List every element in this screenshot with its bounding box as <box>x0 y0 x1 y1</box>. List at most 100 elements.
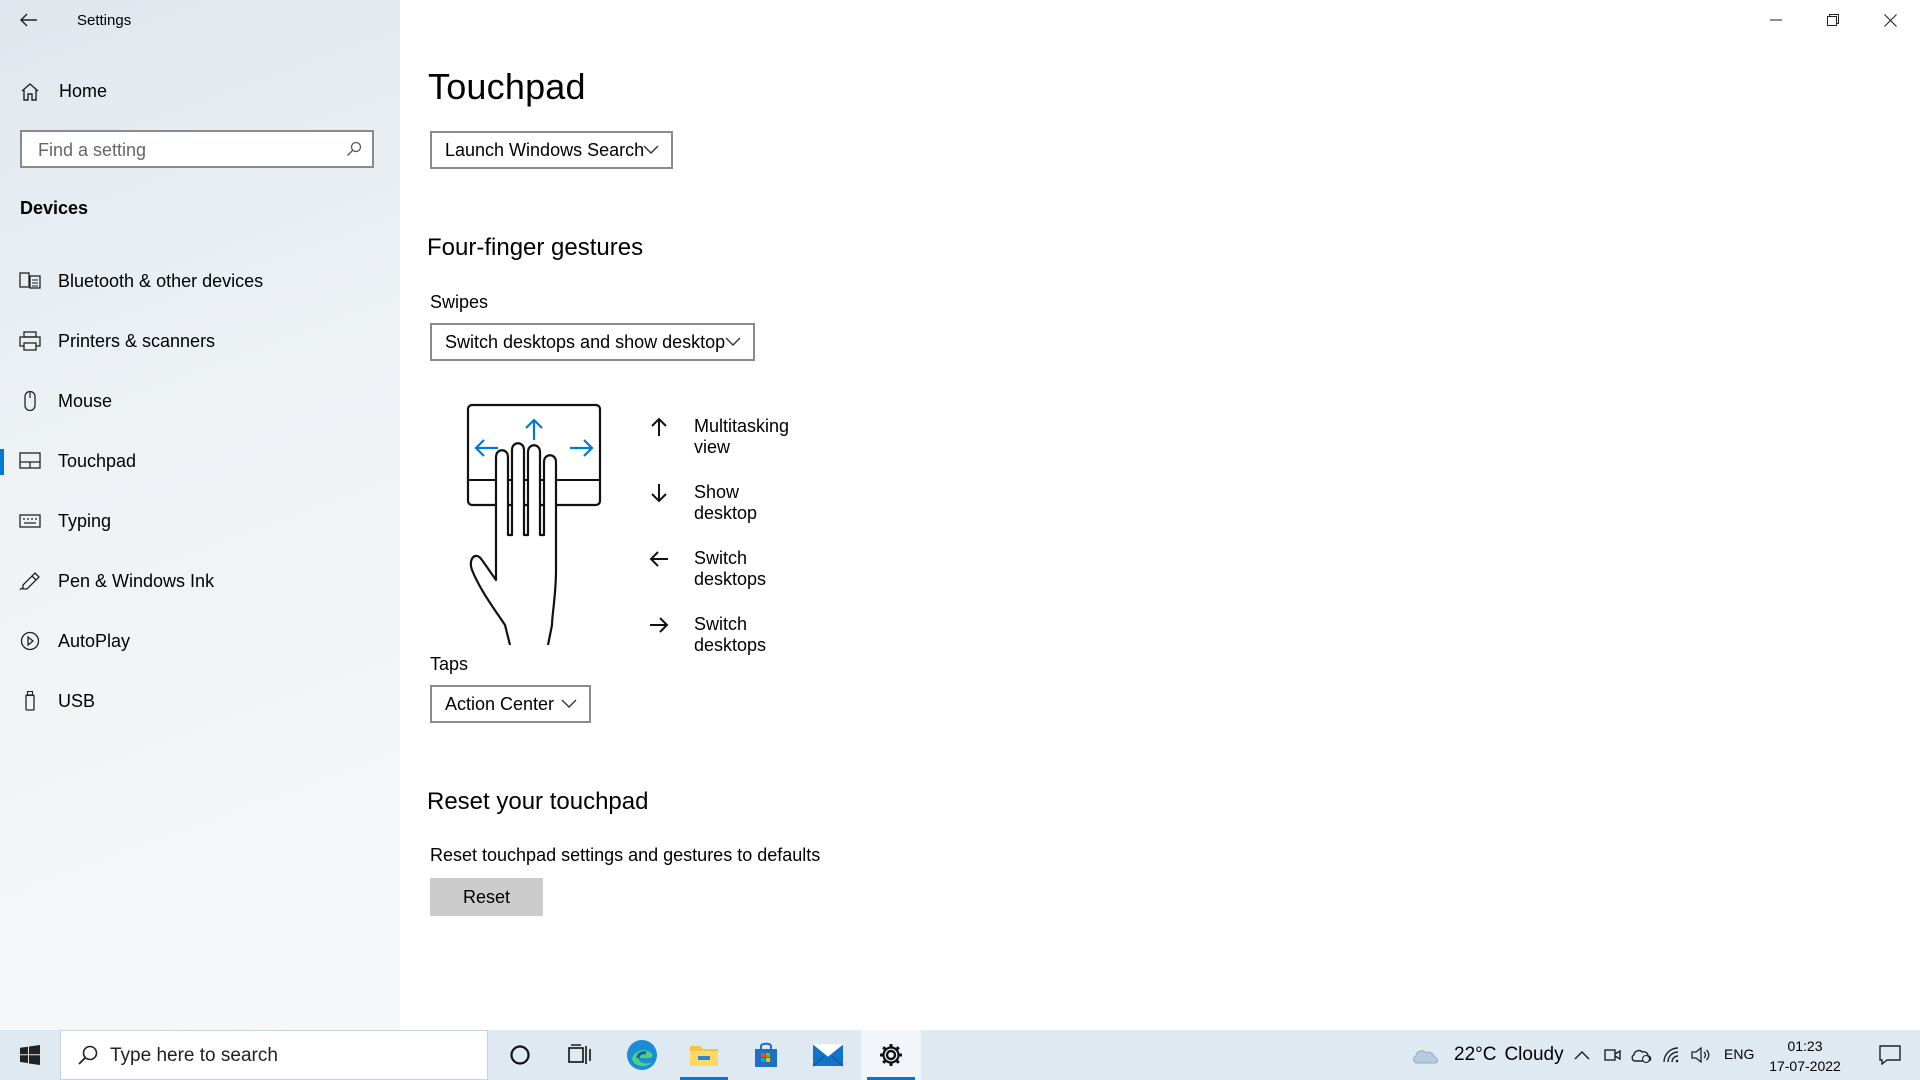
three-finger-taps-dropdown[interactable]: Launch Windows Search <box>430 131 673 169</box>
section-title: Devices <box>20 198 89 218</box>
home-icon <box>21 83 39 101</box>
onedrive-sync-icon <box>1631 1049 1652 1063</box>
taskbar-search-box[interactable]: Type here to search <box>60 1030 488 1080</box>
four-finger-gestures-heading: Four-finger gestures <box>427 234 644 261</box>
back-button[interactable] <box>14 6 44 34</box>
clock-date: 17-07-2022 <box>1769 1058 1841 1074</box>
gesture-label: Switch desktops <box>694 548 767 589</box>
sidebar-item-label: Bluetooth & other devices <box>58 271 264 291</box>
bluetooth-devices-icon <box>19 272 41 289</box>
network-button[interactable] <box>1660 1030 1684 1080</box>
sidebar-item-bluetooth[interactable]: Bluetooth & other devices <box>0 257 400 305</box>
touchpad-icon <box>19 452 41 469</box>
settings-icon <box>880 1044 902 1066</box>
chevron-down-icon <box>561 699 577 708</box>
sidebar: Settings Home Devices Bluetooth & other … <box>0 0 400 1030</box>
page-title: Touchpad <box>428 66 586 107</box>
swipes-label: Swipes <box>430 292 489 312</box>
volume-button[interactable] <box>1688 1030 1714 1080</box>
cloudy-weather-icon <box>1413 1050 1438 1064</box>
arrow-down-icon <box>651 484 667 503</box>
taps-label: Taps <box>430 654 469 674</box>
task-view-icon <box>568 1044 591 1064</box>
settings-search-box[interactable] <box>20 130 374 168</box>
minimize-button[interactable] <box>1748 0 1804 40</box>
sidebar-item-usb[interactable]: USB <box>0 677 400 725</box>
dropdown-value: Launch Windows Search <box>445 139 645 160</box>
minimize-icon <box>1770 19 1782 21</box>
show-hidden-icons-button[interactable] <box>1570 1030 1594 1080</box>
video-camera-icon <box>1604 1049 1621 1061</box>
task-view-button[interactable] <box>550 1030 610 1080</box>
search-icon <box>78 1045 98 1065</box>
mail-button[interactable] <box>798 1030 858 1080</box>
windows-logo-icon <box>20 1045 40 1065</box>
swipes-dropdown[interactable]: Switch desktops and show desktop <box>430 323 755 361</box>
sidebar-item-label: Mouse <box>58 391 113 411</box>
input-language-indicator[interactable]: ENG <box>1724 1046 1754 1062</box>
pen-icon <box>19 572 40 591</box>
file-explorer-button[interactable] <box>674 1030 734 1080</box>
edge-icon <box>627 1040 657 1070</box>
store-button[interactable] <box>736 1030 796 1080</box>
cortana-icon <box>510 1045 530 1065</box>
settings-search-input[interactable] <box>36 139 340 162</box>
four-finger-swipe-illustration <box>466 403 602 646</box>
weather-widget[interactable]: 22°C Cloudy <box>1410 1030 1564 1080</box>
onedrive-button[interactable] <box>1628 1030 1654 1080</box>
printer-icon <box>19 331 41 351</box>
mail-icon <box>812 1043 844 1067</box>
action-center-button[interactable] <box>1866 1030 1914 1080</box>
keyboard-icon <box>19 514 41 528</box>
arrow-up-icon <box>651 417 667 436</box>
weather-temperature: 22°C <box>1454 1044 1497 1065</box>
selection-indicator <box>0 449 4 475</box>
meet-now-button[interactable] <box>1600 1030 1624 1080</box>
sidebar-item-label: Printers & scanners <box>58 331 216 351</box>
clock-time: 01:23 <box>1787 1038 1823 1054</box>
sidebar-item-home[interactable]: Home <box>0 72 400 112</box>
sidebar-item-label: USB <box>58 691 96 711</box>
taskbar-search-placeholder: Type here to search <box>110 1045 278 1066</box>
arrow-left-icon <box>649 551 668 567</box>
edge-button[interactable] <box>612 1030 672 1080</box>
reset-touchpad-heading: Reset your touchpad <box>427 788 649 815</box>
notifications-icon <box>1879 1045 1901 1065</box>
search-icon[interactable] <box>346 141 362 157</box>
dropdown-value: Action Center <box>445 693 555 714</box>
chevron-down-icon <box>725 337 741 346</box>
sidebar-item-printers[interactable]: Printers & scanners <box>0 317 400 365</box>
gesture-label: Multitasking view <box>694 416 790 457</box>
reset-button[interactable]: Reset <box>430 878 543 916</box>
arrow-right-icon <box>650 617 669 633</box>
sidebar-item-mouse[interactable]: Mouse <box>0 377 400 425</box>
file-explorer-icon <box>690 1046 718 1066</box>
cortana-button[interactable] <box>490 1030 550 1080</box>
settings-taskbar-button[interactable] <box>861 1030 921 1080</box>
restore-button[interactable] <box>1805 0 1861 40</box>
taps-dropdown[interactable]: Action Center <box>430 685 591 723</box>
weather-condition: Cloudy <box>1504 1044 1564 1065</box>
title-bar: Settings <box>0 0 400 40</box>
sidebar-item-autoplay[interactable]: AutoPlay <box>0 617 400 665</box>
taskbar: Type here to search 22°C Cloudy ENG 01:2… <box>0 1030 1920 1080</box>
dropdown-value: Switch desktops and show desktop <box>445 331 726 352</box>
restore-icon <box>1827 14 1839 26</box>
wifi-icon <box>1663 1047 1679 1063</box>
close-button[interactable] <box>1862 0 1918 40</box>
sidebar-item-label: Home <box>59 81 108 101</box>
usb-icon <box>25 691 35 711</box>
sidebar-item-touchpad[interactable]: Touchpad <box>0 437 400 485</box>
chevron-up-icon <box>1574 1050 1590 1060</box>
sidebar-item-label: Typing <box>58 511 112 531</box>
gesture-label: Show desktop <box>694 482 758 523</box>
sidebar-item-typing[interactable]: Typing <box>0 497 400 545</box>
sidebar-item-label: Touchpad <box>58 451 137 471</box>
taskbar-clock[interactable]: 01:23 17-07-2022 <box>1768 1036 1842 1076</box>
speaker-icon <box>1691 1047 1710 1063</box>
mouse-icon <box>24 391 36 411</box>
microsoft-store-icon <box>755 1042 777 1067</box>
start-button[interactable] <box>0 1030 60 1080</box>
sidebar-item-pen[interactable]: Pen & Windows Ink <box>0 557 400 605</box>
sidebar-item-label: Pen & Windows Ink <box>58 571 215 591</box>
